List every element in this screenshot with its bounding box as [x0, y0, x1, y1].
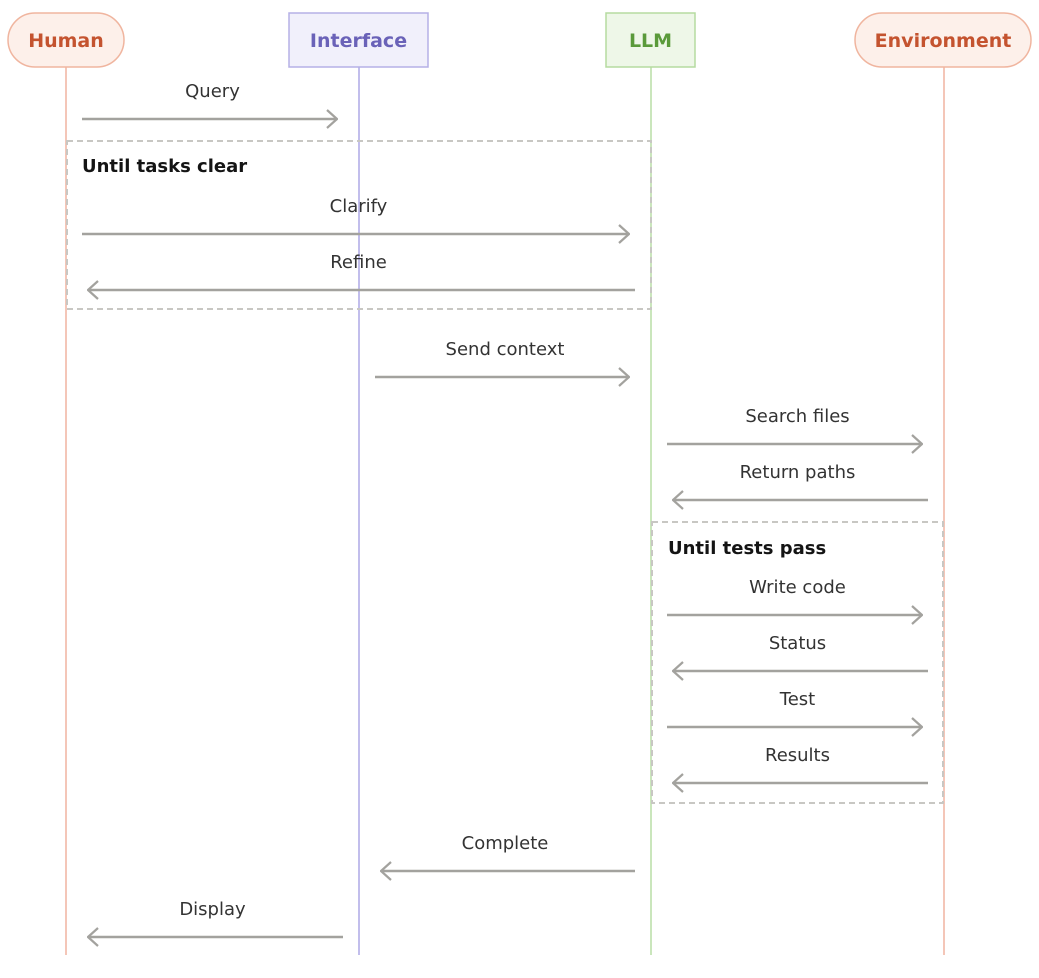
message-label: Refine	[330, 252, 387, 273]
actor-human-label: Human	[28, 30, 104, 52]
message-label: Test	[779, 689, 815, 710]
actor-llm-label: LLM	[629, 30, 672, 52]
message-label: Search files	[745, 406, 849, 427]
message-label: Status	[769, 633, 826, 654]
message-display: Display	[88, 899, 343, 937]
message-label: Display	[179, 899, 246, 920]
actor-interface: Interface	[288, 12, 429, 68]
message-label: Return paths	[740, 462, 856, 483]
message-send-context: Send context	[375, 339, 629, 377]
message-status: Status	[673, 633, 928, 671]
actor-environment: Environment	[854, 12, 1032, 68]
message-search-files: Search files	[667, 406, 922, 444]
message-label: Results	[765, 745, 830, 766]
actor-interface-label: Interface	[310, 30, 407, 52]
message-test: Test	[667, 689, 922, 727]
message-query: Query	[82, 81, 337, 119]
message-label: Query	[185, 81, 240, 102]
actor-human: Human	[7, 12, 125, 68]
message-write-code: Write code	[667, 577, 922, 615]
message-complete: Complete	[381, 833, 635, 871]
message-label: Complete	[462, 833, 549, 854]
actor-llm: LLM	[605, 12, 696, 68]
loop-frame-label: Until tests pass	[668, 538, 826, 559]
loop-frame-label: Until tasks clear	[82, 156, 247, 177]
message-label: Clarify	[330, 196, 388, 217]
message-refine: Refine	[88, 252, 635, 290]
message-clarify: Clarify	[82, 196, 629, 234]
actor-environment-label: Environment	[875, 30, 1012, 52]
message-label: Write code	[749, 577, 846, 598]
sequence-diagram: Until tasks clear Until tests pass Human I…	[7, 12, 1032, 955]
message-results: Results	[673, 745, 928, 783]
message-return-paths: Return paths	[673, 462, 928, 500]
message-label: Send context	[446, 339, 565, 360]
